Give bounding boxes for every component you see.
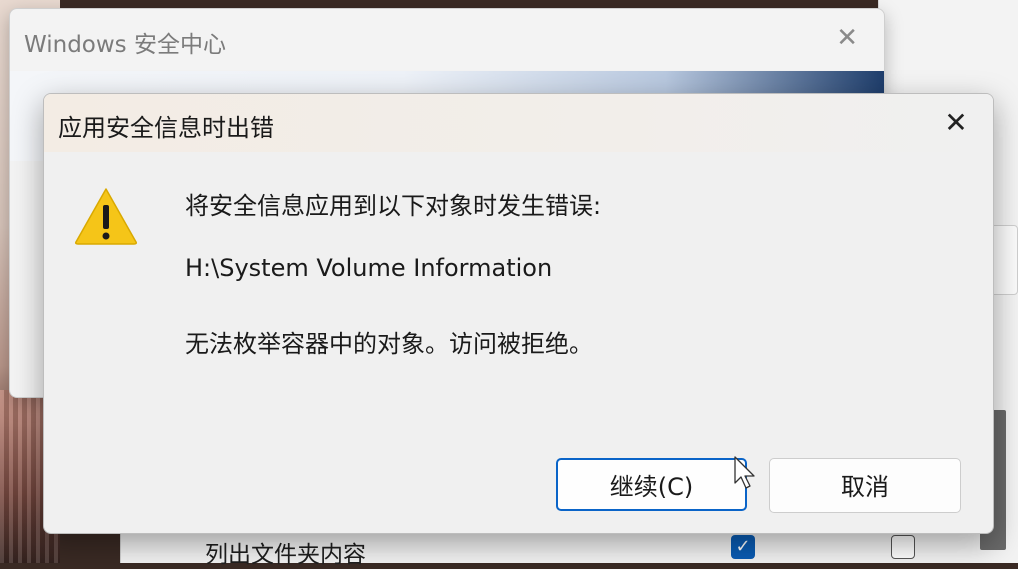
cancel-button[interactable]: 取消	[769, 458, 961, 513]
allow-checkbox[interactable]: ✓	[731, 535, 755, 559]
permission-label-list-folder: 列出文件夹内容	[205, 542, 366, 568]
windows-security-close-icon[interactable]: ✕	[836, 23, 858, 53]
dialog-title: 应用安全信息时出错	[58, 114, 274, 142]
windows-security-title: Windows 安全中心	[24, 32, 226, 58]
error-message: 将安全信息应用到以下对象时发生错误:	[185, 192, 602, 220]
error-detail: 无法枚举容器中的对象。访问被拒绝。	[185, 330, 593, 358]
warning-icon	[75, 188, 137, 245]
deny-checkbox[interactable]	[891, 535, 915, 559]
error-path: H:\System Volume Information	[185, 254, 553, 282]
error-dialog: 应用安全信息时出错 ✕ 将安全信息应用到以下对象时发生错误: H:\System…	[43, 93, 994, 534]
mouse-pointer-icon	[734, 456, 755, 489]
dialog-close-icon[interactable]: ✕	[941, 108, 971, 138]
continue-button[interactable]: 继续(C)	[556, 458, 747, 511]
